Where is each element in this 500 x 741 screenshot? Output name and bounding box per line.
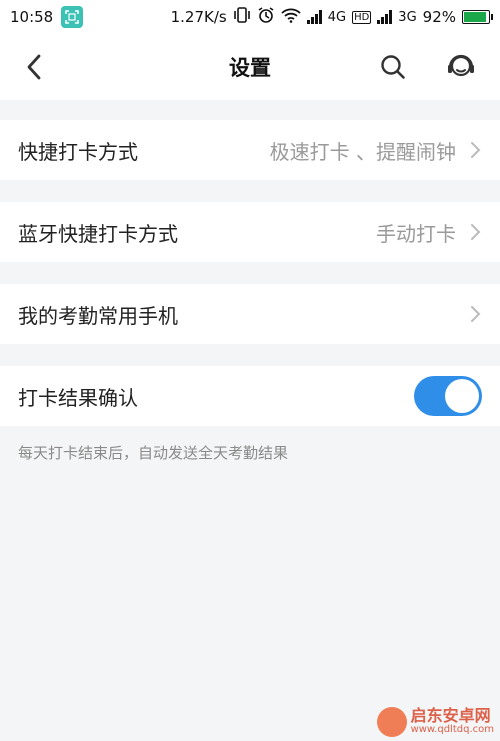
- quick-punch-label: 快捷打卡方式: [18, 139, 138, 164]
- battery-icon: [462, 10, 493, 24]
- result-confirm-hint: 每天打卡结束后，自动发送全天考勤结果: [18, 444, 289, 462]
- customer-service-icon[interactable]: [444, 50, 478, 84]
- chevron-right-icon: [471, 306, 481, 322]
- page-title: 设置: [229, 56, 271, 80]
- hd-badge: HD: [352, 10, 372, 24]
- chevron-right-icon: [471, 224, 481, 240]
- status-bar: 10:58 1.27K/s 4G HD 3G 92%: [0, 0, 500, 34]
- site-watermark: 启东安卓网 www.qdltdq.com: [376, 706, 494, 737]
- quick-punch-value: 极速打卡 、提醒闹钟: [269, 139, 456, 164]
- vibrate-icon: [233, 7, 251, 27]
- group-quick-punch: 快捷打卡方式 极速打卡 、提醒闹钟: [0, 120, 500, 180]
- common-phone-label: 我的考勤常用手机: [18, 303, 178, 328]
- bluetooth-punch-value: 手动打卡: [376, 221, 456, 246]
- watermark-logo-icon: [376, 707, 407, 737]
- group-bluetooth-punch: 蓝牙快捷打卡方式 手动打卡: [0, 202, 500, 262]
- wifi-icon: [281, 7, 301, 27]
- nav-bar: 设置: [0, 34, 500, 100]
- row-bluetooth-punch[interactable]: 蓝牙快捷打卡方式 手动打卡: [0, 202, 500, 262]
- scan-icon: [61, 6, 84, 28]
- chevron-right-icon: [471, 142, 481, 158]
- search-icon[interactable]: [378, 52, 408, 82]
- toggle-knob: [445, 379, 479, 413]
- bluetooth-punch-label: 蓝牙快捷打卡方式: [18, 221, 178, 246]
- result-confirm-label: 打卡结果确认: [18, 385, 138, 410]
- signal-icon: [306, 10, 322, 24]
- network-type-1: 4G: [327, 9, 347, 25]
- back-chevron-icon[interactable]: [20, 52, 50, 82]
- watermark-url: www.qdltdq.com: [410, 724, 494, 736]
- network-speed: 1.27K/s: [170, 8, 227, 26]
- row-result-confirm: 打卡结果确认: [0, 366, 500, 426]
- alarm-icon: [257, 6, 275, 28]
- group-common-phone: 我的考勤常用手机: [0, 284, 500, 344]
- signal-icon-2: [377, 10, 393, 24]
- watermark-title: 启东安卓网: [410, 706, 491, 726]
- group-result-confirm: 打卡结果确认: [0, 366, 500, 426]
- status-time: 10:58: [10, 8, 54, 26]
- row-common-phone[interactable]: 我的考勤常用手机: [0, 284, 500, 344]
- result-confirm-toggle[interactable]: [414, 376, 482, 416]
- row-quick-punch[interactable]: 快捷打卡方式 极速打卡 、提醒闹钟: [0, 120, 500, 180]
- battery-percent: 92%: [422, 8, 456, 26]
- network-type-2: 3G: [398, 9, 417, 25]
